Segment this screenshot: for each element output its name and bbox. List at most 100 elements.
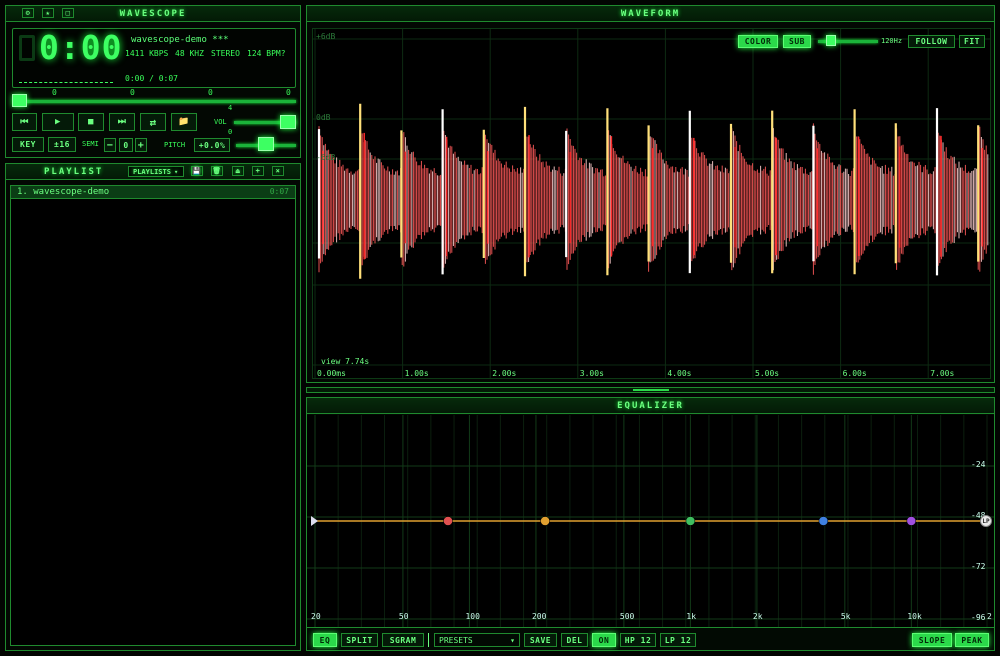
time-tick-label: 4.00s	[667, 369, 692, 378]
playlists-select-value: PLAYLISTS	[133, 167, 171, 176]
seek-mark-3: 0	[286, 88, 291, 97]
equalizer-title: EQUALIZER	[617, 400, 684, 411]
waveform-canvas[interactable]: +6dB 0dB -6dB view 7.74s 0.00ms 1.00s 2.00…	[312, 28, 991, 379]
list-item-label: 1. wavescope-demo	[17, 187, 110, 197]
eq-svg	[307, 415, 994, 627]
lcd-display: 0:00 wavescope-demo *** 1411 KBPS 48 KHZ…	[12, 28, 296, 88]
semi-minus-button[interactable]: −	[104, 138, 116, 152]
window-icon[interactable]: □	[62, 8, 74, 18]
star-icon[interactable]: ★	[42, 8, 54, 18]
list-item[interactable]: 1. wavescope-demo 0:07	[11, 186, 295, 199]
sub-freq-knob[interactable]	[826, 35, 836, 46]
eq-freq-label: 50	[398, 612, 409, 621]
eq-band-node[interactable]	[540, 516, 550, 526]
eq-db-label: -96	[971, 613, 986, 622]
key-range-button[interactable]: ±16	[48, 137, 76, 152]
slope-button[interactable]: SLOPE	[912, 633, 952, 647]
waveform-titlebar: WAVEFORM	[307, 6, 994, 22]
prev-button[interactable]: ⏮	[12, 113, 37, 131]
pitch-knob[interactable]	[258, 137, 274, 151]
add-icon[interactable]: +	[252, 166, 264, 176]
eq-on-button[interactable]: ON	[592, 633, 616, 647]
eq-freq-label: 10k	[907, 612, 922, 621]
eject-icon[interactable]: ⏏	[232, 166, 244, 176]
seek-mark-1: 0	[130, 88, 135, 97]
equalizer-panel: EQUALIZER 20 50 100 200 500 1k 2k 5k 10k -24 -48-…	[306, 397, 995, 651]
pitch-label: PITCH	[164, 141, 186, 149]
view-label: view 7.74s	[321, 357, 370, 366]
seek-track[interactable]	[14, 100, 296, 103]
eq-band-node[interactable]	[443, 516, 453, 526]
track-name: wavescope-demo ***	[131, 35, 229, 45]
eq-lp-handle-label: LP	[982, 517, 990, 525]
fit-button[interactable]: FIT	[959, 35, 985, 48]
seek-mark-0: 0	[52, 88, 57, 97]
save-playlist-icon[interactable]: 💾	[191, 166, 203, 176]
stop-button[interactable]: ■	[78, 113, 104, 131]
eq-band-node[interactable]	[906, 516, 917, 526]
color-button[interactable]: COLOR	[738, 35, 778, 48]
eq-lp-handle[interactable]: LP	[980, 515, 992, 527]
hp-filter-button[interactable]: HP 12	[620, 633, 656, 647]
time-tick-label: 2.00s	[492, 369, 517, 378]
bpm: 124 BPM?	[247, 49, 286, 58]
open-folder-button[interactable]: 📁	[171, 113, 197, 131]
side-mark-1: 0	[228, 128, 233, 136]
waveform-body	[317, 103, 989, 279]
eq-freq-label: 100	[465, 612, 480, 621]
eq-band-node[interactable]	[818, 516, 829, 526]
time-tick-label: 7.00s	[930, 369, 955, 378]
playlist-panel: PLAYLIST PLAYLISTS ▾ 💾 🗑 ⏏ + × 1. wavesc…	[5, 163, 301, 651]
semi-value: 0	[119, 138, 133, 152]
time-tick-label: 6.00s	[842, 369, 867, 378]
eq-toolbar: EQ SPLIT SGRAM PRESETS ▾ SAVE DEL ON HP …	[307, 627, 994, 650]
position-readout: 0:00 / 0:07	[125, 74, 178, 83]
semi-label: SEMI	[82, 140, 99, 148]
sub-freq-label: 120Hz	[881, 37, 903, 45]
eq-freq-label: 2k	[752, 612, 763, 621]
eq-db-label: -72	[971, 562, 986, 571]
close-icon[interactable]: ×	[272, 166, 284, 176]
time-digit-ghost	[19, 35, 35, 61]
pitch-value: +0.0%	[194, 138, 230, 152]
settings-icon[interactable]: ⚙	[22, 8, 34, 18]
playlist-title: PLAYLIST	[44, 166, 104, 177]
waveform-svg	[313, 29, 990, 378]
key-button[interactable]: KEY	[12, 137, 44, 152]
panel-splitter[interactable]	[306, 387, 995, 393]
bitrate: 1411 KBPS	[125, 49, 169, 58]
chevron-down-icon: ▾	[173, 167, 179, 176]
next-button[interactable]: ⏭	[109, 113, 135, 131]
play-button[interactable]: ▶	[42, 113, 74, 131]
splitter-grip[interactable]	[633, 389, 669, 391]
semi-plus-button[interactable]: +	[135, 138, 147, 152]
delete-preset-button[interactable]: DEL	[561, 633, 588, 647]
lp-filter-button[interactable]: LP 12	[660, 633, 696, 647]
eq-mode-button[interactable]: EQ	[313, 633, 337, 647]
eq-freq-label: 200	[531, 612, 547, 621]
eq-band-node[interactable]	[685, 516, 696, 526]
toolbar-divider	[428, 633, 429, 647]
eq-canvas[interactable]: 20 50 100 200 500 1k 2k 5k 10k -24 -48 -72 -96 2 LP	[307, 415, 994, 627]
playlists-select[interactable]: PLAYLISTS ▾	[128, 166, 184, 177]
sub-button[interactable]: SUB	[783, 35, 811, 48]
eq-low-handle[interactable]	[311, 516, 318, 526]
volume-knob[interactable]	[280, 115, 296, 129]
save-preset-button[interactable]: SAVE	[524, 633, 557, 647]
eq-db-label: -24	[971, 460, 986, 469]
waveform-title: WAVEFORM	[620, 8, 681, 19]
seek-knob[interactable]	[12, 94, 27, 107]
player-title: WAVESCOPE	[119, 8, 187, 19]
follow-button[interactable]: FOLLOW	[908, 35, 955, 48]
presets-select[interactable]: PRESETS ▾	[434, 633, 520, 647]
time-tick-label: 5.00s	[755, 369, 780, 378]
peak-button[interactable]: PEAK	[955, 633, 989, 647]
playlist-titlebar: PLAYLIST PLAYLISTS ▾ 💾 🗑 ⏏ + ×	[6, 164, 300, 180]
split-mode-button[interactable]: SPLIT	[341, 633, 378, 647]
seek-mark-2: 0	[208, 88, 213, 97]
delete-playlist-icon[interactable]: 🗑	[211, 166, 223, 176]
vol-label: VOL	[214, 118, 227, 126]
eq-freq-label: 500	[619, 612, 635, 621]
sgram-mode-button[interactable]: SGRAM	[382, 633, 424, 647]
repeat-button[interactable]: ⇄	[140, 113, 166, 131]
